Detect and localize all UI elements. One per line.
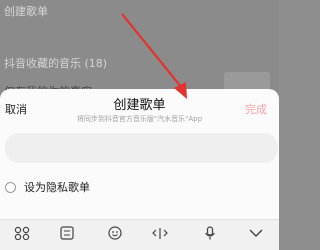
playlist-name-input[interactable] [5, 133, 278, 163]
emoji-icon[interactable] [108, 226, 122, 240]
background-playlist-item: 抖音收藏的音乐 (18) [4, 57, 108, 70]
grid-icon[interactable] [14, 226, 30, 240]
sheet-subtitle: 将同步到抖音官方音乐版"汽水音乐"App [76, 115, 203, 123]
create-playlist-sheet: 取消 创建歌单 完成 将同步到抖音官方音乐版"汽水音乐"App 设为隐私歌单 [0, 89, 279, 250]
keyboard-toolbar [0, 219, 279, 250]
private-radio[interactable] [5, 181, 16, 193]
chevron-down-icon[interactable] [248, 226, 264, 240]
microphone-icon[interactable] [204, 226, 216, 240]
background-page: 创建歌单 抖音收藏的音乐 (18) 仅有我的你的真实 [0, 0, 279, 100]
background-section-title: 创建歌单 [4, 5, 48, 18]
keyboard-icon[interactable] [60, 226, 74, 240]
sheet-title: 创建歌单 [113, 98, 166, 113]
cursor-move-icon[interactable] [152, 226, 168, 240]
private-playlist-option[interactable]: 设为隐私歌单 [5, 179, 90, 195]
private-label: 设为隐私歌单 [24, 181, 90, 194]
